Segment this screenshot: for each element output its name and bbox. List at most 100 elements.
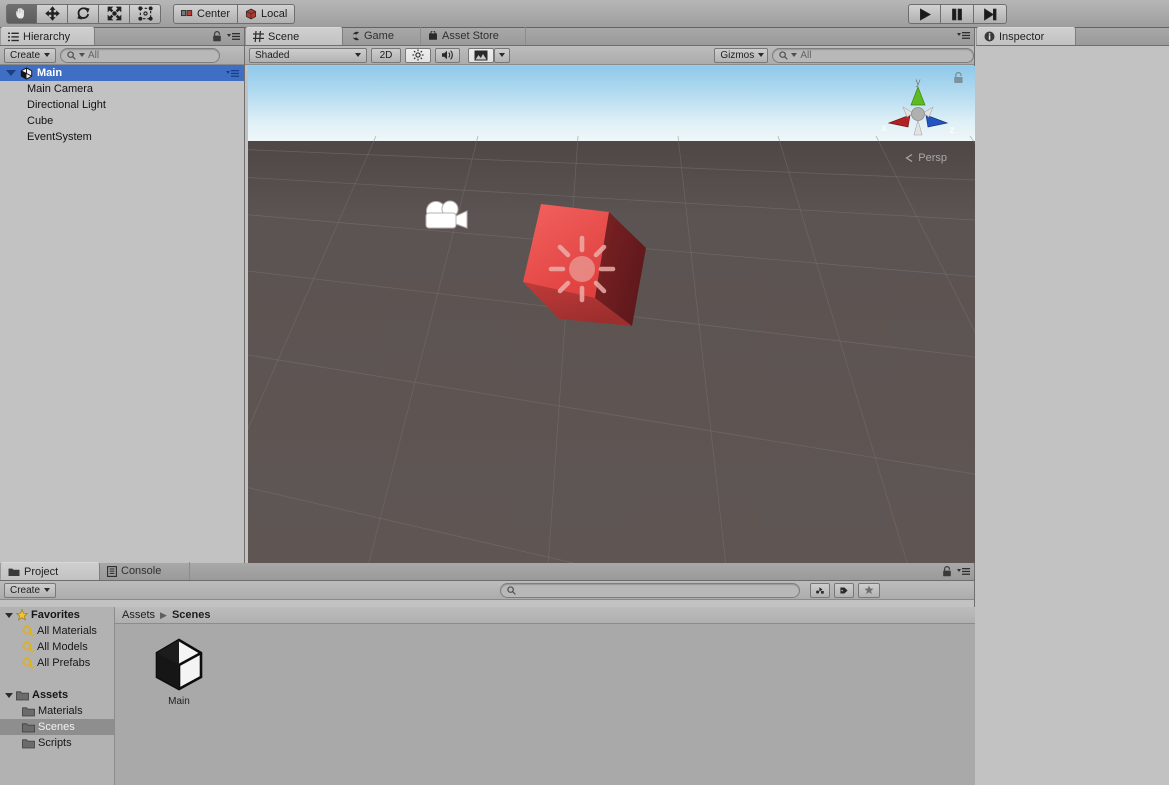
scene-viewport[interactable]: y x z Persp	[248, 66, 975, 563]
scene-tabbar: Scene Game Asset Store	[245, 27, 974, 46]
pivot-tools-group: Center Local	[173, 3, 296, 24]
hand-tool-button[interactable]	[6, 3, 37, 24]
rect-transform-tool-button[interactable]	[130, 3, 161, 24]
project-create-button[interactable]: Create	[4, 582, 57, 598]
tree-item-materials[interactable]: Materials	[0, 703, 114, 719]
expand-triangle-icon[interactable]	[6, 70, 16, 76]
expand-triangle-icon[interactable]	[5, 692, 13, 698]
hierarchy-item-directional-light[interactable]: Directional Light	[0, 97, 244, 113]
local-rotation-icon	[246, 8, 257, 19]
star-icon	[16, 609, 28, 621]
pivot-mode-button[interactable]: Center	[173, 3, 239, 24]
rotation-mode-button[interactable]: Local	[238, 3, 296, 24]
panel-menu-icon[interactable]	[957, 567, 970, 576]
tab-hierarchy[interactable]: Hierarchy	[0, 27, 95, 45]
pause-button[interactable]	[941, 4, 974, 24]
gizmos-dropdown[interactable]: Gizmos	[714, 47, 769, 63]
asset-item-main[interactable]: Main	[137, 636, 221, 707]
tab-hierarchy-label: Hierarchy	[23, 30, 71, 43]
scene-lock-icon[interactable]	[953, 72, 964, 87]
scale-tool-button[interactable]	[99, 3, 130, 24]
hierarchy-search-placeholder: All	[88, 49, 100, 61]
scene-search-input[interactable]: All	[772, 47, 974, 63]
tab-project[interactable]: Project	[0, 562, 100, 580]
hierarchy-item-main-camera[interactable]: Main Camera	[0, 81, 244, 97]
gizmos-label: Gizmos	[720, 49, 755, 61]
move-tool-button[interactable]	[37, 3, 68, 24]
breadcrumb-scenes[interactable]: Scenes	[172, 609, 211, 621]
project-search-input[interactable]	[500, 582, 801, 598]
tree-item-scenes[interactable]: Scenes	[0, 719, 114, 735]
search-icon	[779, 50, 789, 60]
panel-menu-icon[interactable]	[957, 31, 970, 40]
hierarchy-panel: Hierarchy Create All Main Main Camera Di…	[0, 27, 245, 600]
scale-icon	[107, 6, 121, 21]
hierarchy-item-main[interactable]: Main	[0, 65, 244, 81]
filter-by-type-button[interactable]	[810, 582, 831, 598]
tab-scene[interactable]: Scene	[245, 27, 343, 45]
breadcrumb-assets[interactable]: Assets	[122, 609, 155, 621]
step-button[interactable]	[974, 4, 1007, 24]
tree-item-all-prefabs[interactable]: All Prefabs	[0, 655, 114, 671]
lock-icon[interactable]	[212, 31, 222, 42]
project-tabbar: Project Console	[0, 562, 974, 581]
scene-effects-dropdown[interactable]	[494, 47, 511, 63]
axis-x-label: x	[882, 123, 887, 134]
scene-audio-toggle[interactable]	[434, 47, 461, 63]
tab-inspector-label: Inspector	[999, 30, 1045, 43]
tab-asset-store-label: Asset Store	[442, 30, 499, 42]
tab-asset-store[interactable]: Asset Store	[421, 27, 526, 45]
hierarchy-search-input[interactable]: All	[60, 47, 221, 63]
search-filter-caret-icon	[791, 53, 798, 57]
playback-controls	[908, 4, 1007, 24]
tab-game[interactable]: Game	[343, 27, 421, 45]
filter-by-label-button[interactable]	[834, 582, 855, 598]
draw-mode-dropdown[interactable]: Shaded	[249, 47, 368, 63]
scene-sky	[248, 66, 975, 142]
hierarchy-item-label: EventSystem	[27, 131, 92, 143]
panel-menu-icon[interactable]	[227, 32, 240, 41]
tree-item-label: All Materials	[37, 625, 97, 637]
hierarchy-item-eventsystem[interactable]: EventSystem	[0, 129, 244, 145]
hierarchy-create-button[interactable]: Create	[4, 47, 57, 63]
rotate-tool-button[interactable]	[68, 3, 99, 24]
chevron-left-icon	[905, 153, 913, 163]
magnifier-icon	[22, 657, 34, 669]
tree-item-assets[interactable]: Assets	[0, 687, 114, 703]
scene-axis-gizmo[interactable]: y x z	[877, 73, 959, 151]
chevron-down-icon	[44, 53, 51, 57]
play-button[interactable]	[908, 4, 941, 24]
scene-lighting-toggle[interactable]	[404, 47, 431, 63]
scene-effects-toggle[interactable]	[468, 47, 495, 63]
rect-transform-icon	[137, 6, 153, 21]
rotation-mode-label: Local	[261, 7, 288, 20]
tab-inspector[interactable]: Inspector	[976, 27, 1076, 45]
search-icon	[67, 50, 76, 60]
hierarchy-item-label: Main	[37, 67, 63, 79]
cube-object[interactable]	[498, 186, 668, 336]
chevron-down-icon	[355, 53, 362, 57]
tree-item-all-models[interactable]: All Models	[0, 639, 114, 655]
draw-mode-label: Shaded	[255, 49, 290, 61]
filter-favorites-button[interactable]	[858, 582, 881, 598]
info-icon	[984, 31, 995, 42]
magnifier-icon	[22, 625, 34, 637]
scene-view-panel: Scene Game Asset Store Shaded 2D Gizmos …	[245, 27, 975, 563]
scene-perspective-indicator[interactable]: Persp	[905, 152, 947, 164]
search-filter-caret-icon	[79, 53, 86, 57]
project-folder-tree: Favorites All Materials All Models All P…	[0, 607, 115, 785]
axis-y-cone	[910, 86, 926, 106]
hierarchy-icon	[8, 32, 19, 41]
tree-item-all-materials[interactable]: All Materials	[0, 623, 114, 639]
tree-item-favorites[interactable]: Favorites	[0, 607, 114, 623]
expand-triangle-icon[interactable]	[5, 612, 13, 618]
hierarchy-item-cube[interactable]: Cube	[0, 113, 244, 129]
lock-icon[interactable]	[942, 566, 952, 577]
breadcrumb-separator-icon: ▶	[160, 609, 167, 620]
tab-console[interactable]: Console	[100, 562, 190, 580]
scene-toolbar: Shaded 2D Gizmos All	[245, 46, 974, 65]
toggle-2d-button[interactable]: 2D	[371, 47, 401, 63]
tree-item-scripts[interactable]: Scripts	[0, 735, 114, 751]
scene-context-menu-icon[interactable]	[226, 69, 239, 78]
transform-tools-group	[6, 3, 161, 24]
